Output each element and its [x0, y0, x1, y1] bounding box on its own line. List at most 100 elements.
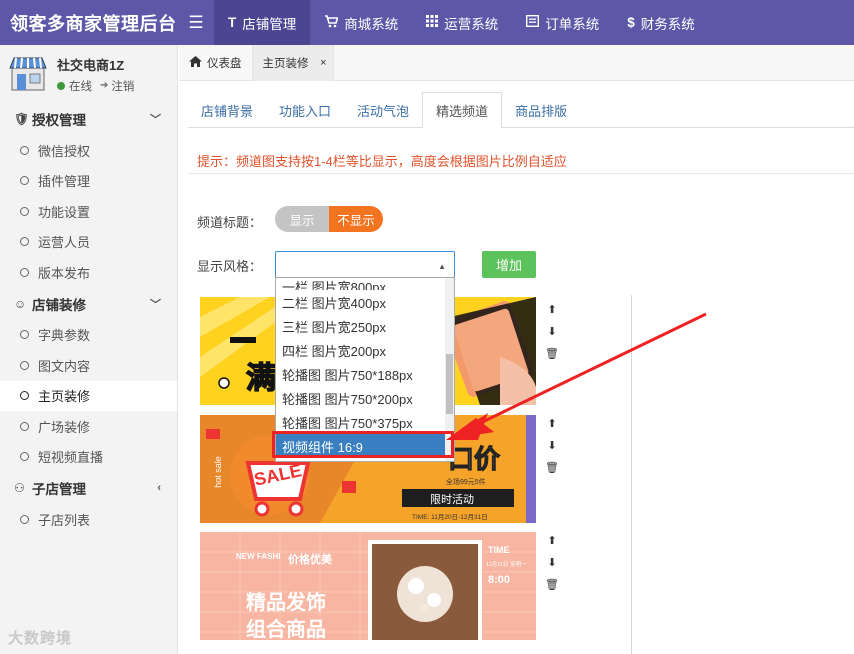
subtab-channel[interactable]: 精选频道	[422, 92, 503, 129]
channel-banner-3[interactable]: NEW FASHI 价格优美 精品发饰 组合商品 TIME 8:00 11月11…	[200, 532, 536, 640]
dropdown-option[interactable]: 轮播图 图片750*188px	[276, 362, 454, 386]
topnav-shop[interactable]: T 店铺管理	[214, 0, 311, 45]
channel-title-label: 频道标题：	[197, 215, 263, 230]
section-substore[interactable]: ⚇ 子店管理 ‹	[0, 472, 177, 504]
banner-3-controls: ⬆ ⬇ 🗑	[545, 530, 559, 596]
topnav-label: 店铺管理	[242, 16, 297, 32]
banner-3-time: 8:00	[488, 574, 511, 586]
section-title: 店铺装修	[32, 297, 86, 313]
sidebar-item-label: 插件管理	[38, 174, 91, 190]
banner-3-sub: 价格优美	[288, 554, 332, 566]
close-icon[interactable]: ×	[320, 57, 326, 69]
dropdown-option[interactable]: 四栏 图片宽200px	[276, 338, 454, 362]
annotation-highlight-box	[272, 431, 454, 458]
subtab-layout[interactable]: 商品排版	[502, 92, 580, 128]
divider	[188, 173, 854, 174]
section-title: 子店管理	[32, 482, 86, 497]
style-label: 显示风格：	[197, 259, 263, 274]
banner-2-hot: hot sale	[212, 456, 223, 488]
topnav-mall[interactable]: 商城系统	[310, 0, 412, 45]
dropdown-option[interactable]: 一栏 图片宽800px	[276, 278, 454, 290]
caret-down-icon: ▲	[438, 262, 446, 271]
topnav-ops[interactable]: 运营系统	[412, 0, 512, 45]
subtab-bubble[interactable]: 活动气泡	[344, 92, 422, 128]
topnav-label: 财务系统	[640, 16, 695, 32]
preview-divider	[631, 295, 632, 654]
dropdown-option[interactable]: 三栏 图片宽250px	[276, 314, 454, 338]
text-t-icon: T	[228, 15, 237, 30]
tab-label: 仪表盘	[207, 58, 242, 70]
sidebar-item-square-decor[interactable]: 广场装修	[0, 411, 177, 442]
sidebar-item-wechat-auth[interactable]: 微信授权	[0, 135, 177, 166]
logout-icon[interactable]: ➔	[100, 80, 108, 91]
top-nav: T 店铺管理 商城系统 运营系统 订单系统 $ 财务系统	[214, 0, 709, 45]
tab-label: 主页装修	[262, 58, 309, 70]
sidebar-item-substore-list[interactable]: 子店列表	[0, 504, 177, 535]
section-shop-decor[interactable]: ☺ 店铺装修 ﹀	[0, 288, 177, 320]
page-tabbar: 仪表盘 主页装修 ×	[179, 45, 854, 81]
logout-link[interactable]: 注销	[111, 78, 134, 94]
toggle-hide[interactable]: 不显示	[329, 206, 383, 232]
shield-icon: 🛡	[14, 112, 30, 126]
trash-icon[interactable]: 🗑	[545, 343, 559, 365]
user-name: 社交电商1Z	[57, 57, 125, 73]
topnav-orders[interactable]: 订单系统	[512, 0, 613, 45]
move-up-icon[interactable]: ⬆	[547, 530, 556, 552]
dropdown-option[interactable]: 轮播图 图片750*200px	[276, 386, 454, 410]
section-auth[interactable]: 🛡 授权管理 ﹀	[0, 103, 177, 135]
brand-title: 领客多商家管理后台	[10, 13, 177, 34]
chevron-down-icon: ﹀	[150, 114, 161, 126]
circle-icon	[20, 330, 29, 340]
move-down-icon[interactable]: ⬇	[547, 435, 556, 457]
sidebar-item-label: 功能设置	[38, 204, 91, 220]
cart-icon	[324, 14, 339, 31]
banner-2-sub: 全场99元5件	[446, 479, 486, 486]
sidebar-item-operators[interactable]: 运营人员	[0, 227, 177, 258]
option-label: 一栏 图片宽800px	[282, 280, 387, 290]
tab-dashboard[interactable]: 仪表盘	[179, 45, 253, 81]
move-up-icon[interactable]: ⬆	[547, 413, 556, 435]
tab-home-decor[interactable]: 主页装修 ×	[252, 45, 334, 81]
top-bar: 领客多商家管理后台 ☰ T 店铺管理 商城系统 运营系统 订单系统 $ 财务系统	[0, 0, 854, 45]
grid-icon	[426, 15, 439, 30]
circle-icon	[20, 421, 29, 431]
sidebar-item-plugins[interactable]: 插件管理	[0, 166, 177, 197]
sub-tabs: 店铺背景 功能入口 活动气泡 精选频道 商品排版	[188, 92, 854, 129]
user-status: 在线 ➔ 注销	[57, 78, 134, 94]
move-up-icon[interactable]: ⬆	[547, 299, 556, 321]
topnav-label: 商城系统	[344, 16, 399, 32]
sidebar-item-live[interactable]: 短视频直播	[0, 442, 177, 473]
topnav-label: 订单系统	[545, 16, 600, 32]
circle-icon	[20, 145, 29, 155]
menu-toggle-icon[interactable]: ☰	[178, 13, 214, 33]
banner-3-tag: NEW FASHI	[236, 552, 281, 561]
subtab-bg[interactable]: 店铺背景	[188, 92, 266, 128]
sidebar-item-settings[interactable]: 功能设置	[0, 196, 177, 227]
toggle-show[interactable]: 显示	[275, 206, 329, 232]
sidebar-item-content[interactable]: 图文内容	[0, 350, 177, 381]
topnav-finance[interactable]: $ 财务系统	[613, 0, 709, 45]
user-info: 社交电商1Z 在线 ➔ 注销	[57, 55, 134, 94]
circle-icon	[20, 452, 29, 462]
circle-icon	[20, 514, 29, 524]
trash-icon[interactable]: 🗑	[545, 457, 559, 479]
banner-3-title2: 组合商品	[246, 619, 326, 640]
topnav-label: 运营系统	[444, 16, 499, 32]
main-content: 仪表盘 主页装修 × 店铺背景 功能入口 活动气泡 精选频道 商品排版 提示：频…	[179, 45, 854, 654]
banner-3-title: 精品发饰	[246, 592, 326, 614]
scrollbar-thumb[interactable]	[446, 354, 453, 414]
title-toggle[interactable]: 显示 不显示	[275, 206, 383, 232]
move-down-icon[interactable]: ⬇	[547, 552, 556, 574]
sidebar-item-label: 微信授权	[38, 143, 91, 159]
sidebar-item-dict[interactable]: 字典参数	[0, 320, 177, 351]
subtab-entry[interactable]: 功能入口	[266, 92, 344, 128]
sidebar-item-label: 字典参数	[38, 328, 91, 344]
style-select[interactable]: ▲	[275, 251, 455, 278]
add-button[interactable]: 增加	[482, 251, 536, 278]
circle-icon	[20, 360, 29, 370]
trash-icon[interactable]: 🗑	[545, 574, 559, 596]
move-down-icon[interactable]: ⬇	[547, 321, 556, 343]
dropdown-option[interactable]: 二栏 图片宽400px	[276, 290, 454, 314]
sidebar-item-home-decor[interactable]: 主页装修	[0, 380, 177, 411]
sidebar-item-release[interactable]: 版本发布	[0, 257, 177, 288]
